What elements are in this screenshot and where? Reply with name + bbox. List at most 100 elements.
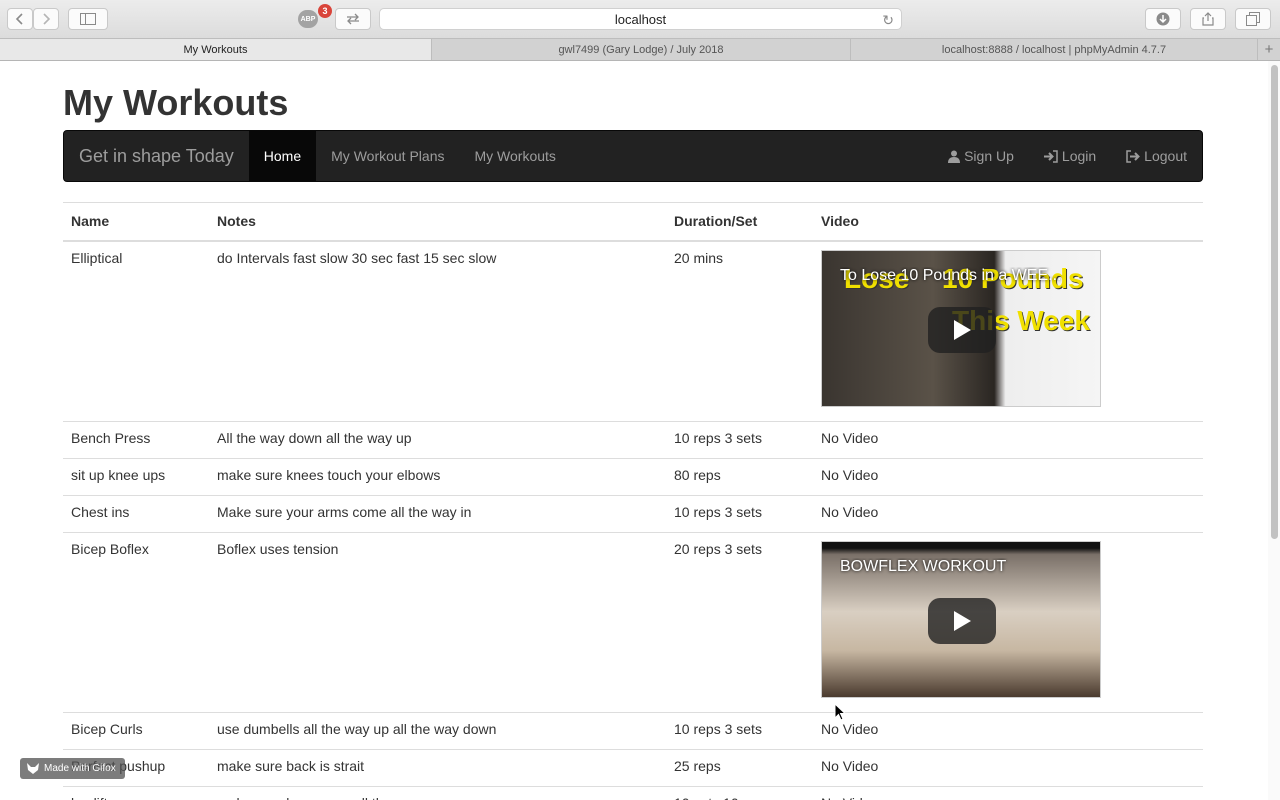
adblock-icon: ABP (298, 10, 318, 28)
nav-my-workout-plans[interactable]: My Workout Plans (316, 131, 459, 181)
fox-icon (27, 763, 39, 774)
tab-my-workouts[interactable]: My Workouts (0, 39, 432, 60)
column-header-video: Video (813, 202, 1203, 242)
page-title: My Workouts (63, 82, 289, 123)
column-header-name: Name (63, 202, 209, 242)
sidebar-button[interactable] (68, 8, 108, 30)
cell-notes: All the way down all the way up (209, 420, 666, 458)
login-icon (1043, 149, 1058, 163)
cell-name: leg lifts (63, 785, 209, 800)
cell-video: No Video (813, 457, 1203, 495)
cell-duration: 10 reps 3 sets (666, 711, 813, 749)
play-icon (954, 610, 971, 631)
play-button[interactable] (928, 306, 996, 353)
cell-duration: 25 reps (666, 748, 813, 786)
play-button[interactable] (928, 597, 996, 644)
scrollbar-thumb[interactable] (1271, 65, 1278, 539)
mouse-cursor-icon (834, 703, 846, 721)
chevron-left-icon (15, 13, 23, 25)
cell-name: Chest ins (63, 494, 209, 532)
adblock-badge: 3 (318, 4, 332, 18)
cell-notes: Boflex uses tension (209, 531, 666, 712)
table-row: Chest ins Make sure your arms come all t… (63, 494, 1203, 532)
share-button[interactable] (1190, 8, 1226, 30)
share-icon (1202, 12, 1214, 26)
adblock-button[interactable]: ABP 3 (290, 4, 332, 30)
nav-sign-up[interactable]: Sign Up (933, 131, 1029, 181)
cell-video: No Video (813, 748, 1203, 786)
new-tab-button[interactable]: + (1258, 39, 1280, 60)
cell-video: BOWFLEX WORKOUT (813, 531, 1203, 712)
tab-bar: My Workouts gwl7499 (Gary Lodge) / July … (0, 38, 1280, 61)
back-button[interactable] (7, 8, 33, 30)
navbar-brand[interactable]: Get in shape Today (64, 131, 249, 181)
forward-button[interactable] (33, 8, 59, 30)
downloads-button[interactable] (1145, 8, 1181, 30)
cell-notes: Make sure your arms come all the way in (209, 494, 666, 532)
nav-my-workouts[interactable]: My Workouts (459, 131, 570, 181)
chevron-right-icon (43, 13, 51, 25)
cell-duration: 20 mins (666, 240, 813, 421)
workouts-table: Name Notes Duration/Set Video Elliptical… (63, 202, 1203, 800)
tab-switch-button[interactable] (335, 8, 371, 30)
sidebar-icon (80, 13, 96, 25)
nav-sign-up-label: Sign Up (964, 148, 1014, 164)
column-header-duration: Duration/Set (666, 202, 813, 242)
cell-video: Lose 10 Pounds This Week To Lose 10 Poun… (813, 240, 1203, 421)
cell-video: No Video (813, 711, 1203, 749)
tab-gwl7499[interactable]: gwl7499 (Gary Lodge) / July 2018 (432, 39, 851, 60)
table-row: Bicep Curls use dumbells all the way up … (63, 711, 1203, 749)
cell-video: No Video (813, 420, 1203, 458)
cell-notes: do Intervals fast slow 30 sec fast 15 se… (209, 240, 666, 421)
play-icon (954, 319, 971, 340)
cell-name: sit up knee ups (63, 457, 209, 495)
table-row: Bench Press All the way down all the way… (63, 420, 1203, 458)
download-icon (1156, 12, 1170, 26)
video-title[interactable]: To Lose 10 Pounds in a WEE... (840, 267, 1082, 285)
cell-video: No Video (813, 785, 1203, 800)
logout-icon (1126, 149, 1141, 163)
browser-toolbar: ABP 3 localhost ↻ (0, 0, 1280, 38)
cell-notes: make sure knees touch your elbows (209, 457, 666, 495)
nav-home[interactable]: Home (248, 131, 317, 181)
page-scrollbar[interactable] (1268, 61, 1280, 800)
table-row: Bicep Boflex Boflex uses tension 20 reps… (63, 531, 1203, 712)
cell-name: Bicep Curls (63, 711, 209, 749)
user-icon (948, 150, 961, 163)
swap-arrows-icon (347, 13, 359, 25)
cell-name: Elliptical (63, 240, 209, 421)
table-row: Perfect pushup make sure back is strait … (63, 748, 1203, 786)
cell-name: Bench Press (63, 420, 209, 458)
address-url: localhost (614, 11, 667, 27)
tabs-overview-icon (1246, 12, 1260, 26)
nav-logout[interactable]: Logout (1111, 131, 1202, 181)
table-row: sit up knee ups make sure knees touch yo… (63, 457, 1203, 495)
video-embed-elliptical[interactable]: Lose 10 Pounds This Week To Lose 10 Poun… (821, 249, 1101, 407)
cell-notes: use dumbells all the way up all the way … (209, 711, 666, 749)
nav-logout-label: Logout (1144, 148, 1187, 164)
tab-phpmyadmin[interactable]: localhost:8888 / localhost | phpMyAdmin … (851, 39, 1258, 60)
cell-duration: 20 reps 3 sets (666, 531, 813, 712)
cell-video: No Video (813, 494, 1203, 532)
table-row: Elliptical do Intervals fast slow 30 sec… (63, 240, 1203, 421)
reload-icon[interactable]: ↻ (882, 12, 894, 29)
video-embed-bowflex[interactable]: BOWFLEX WORKOUT (821, 540, 1101, 698)
cell-duration: 10 sets 10 (666, 785, 813, 800)
cell-notes: make sure legs come all the way up (209, 785, 666, 800)
table-header-row: Name Notes Duration/Set Video (63, 202, 1203, 242)
gif-badge-label: Made with Gifox (44, 763, 116, 774)
column-header-notes: Notes (209, 202, 666, 242)
cell-name: Bicep Boflex (63, 531, 209, 712)
address-bar[interactable]: localhost ↻ (379, 8, 902, 30)
web-page: My Workouts Get in shape Today Home My W… (0, 61, 1268, 800)
cell-notes: make sure back is strait (209, 748, 666, 786)
cell-duration: 10 reps 3 sets (666, 494, 813, 532)
nav-login[interactable]: Login (1029, 131, 1111, 181)
tabs-overview-button[interactable] (1235, 8, 1271, 30)
navbar-spacer (571, 131, 933, 181)
cell-duration: 10 reps 3 sets (666, 420, 813, 458)
video-title[interactable]: BOWFLEX WORKOUT (840, 558, 1082, 576)
gifox-watermark: Made with Gifox (20, 758, 125, 779)
nav-login-label: Login (1061, 148, 1097, 164)
navbar: Get in shape Today Home My Workout Plans… (63, 130, 1203, 182)
